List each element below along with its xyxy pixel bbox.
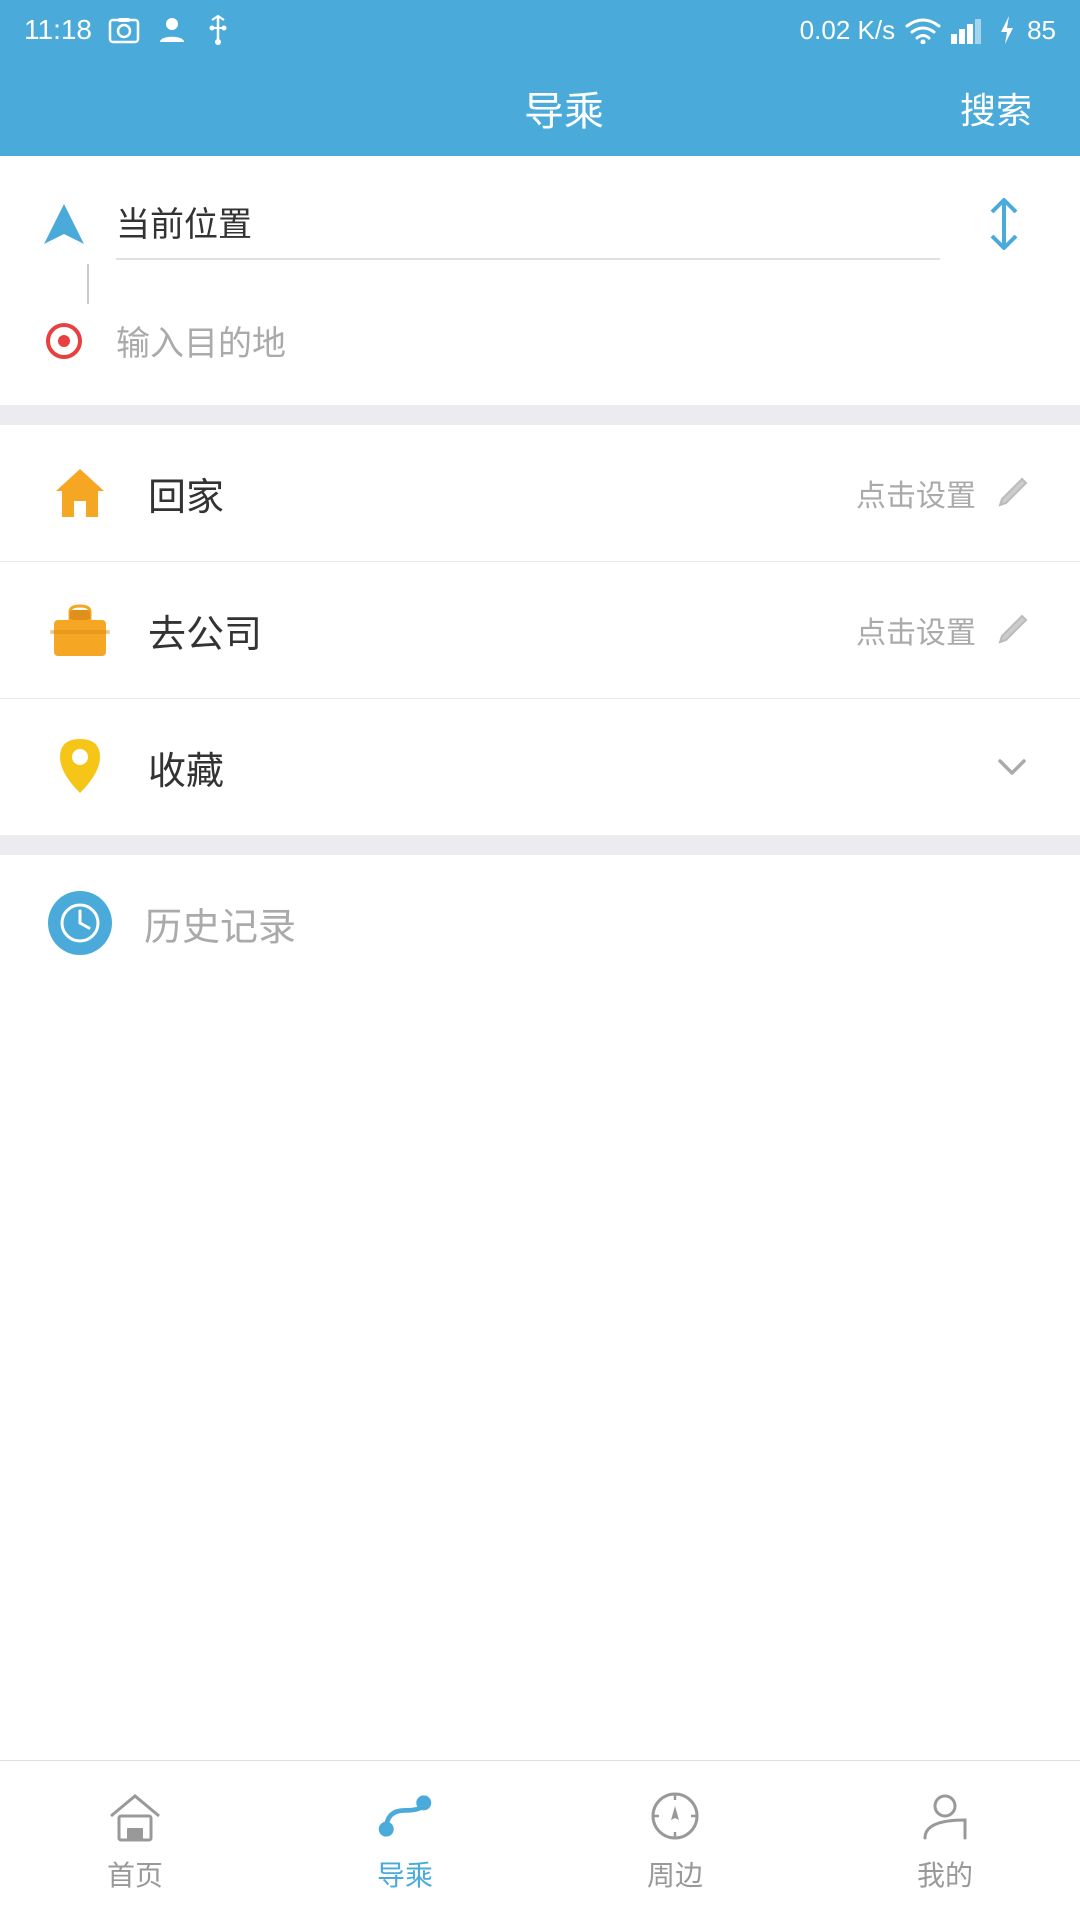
- photo-icon: [108, 14, 140, 46]
- pencil-icon-2: [994, 612, 1030, 648]
- house-icon: [50, 463, 110, 523]
- work-icon: [48, 598, 112, 662]
- search-button[interactable]: 搜索: [960, 82, 1032, 134]
- nav-nearby-icon: [645, 1788, 705, 1844]
- nav-home-icon: [105, 1788, 165, 1844]
- battery-level: 85: [1027, 15, 1056, 46]
- home-edit-icon[interactable]: [992, 473, 1032, 513]
- origin-icon: [40, 204, 88, 244]
- favorites-action[interactable]: [992, 747, 1032, 787]
- section-divider-2: [0, 835, 1080, 855]
- swap-icon: [980, 196, 1028, 252]
- list-item-work[interactable]: 去公司 点击设置: [0, 562, 1080, 699]
- charging-icon: [997, 14, 1017, 46]
- work-action[interactable]: 点击设置: [856, 608, 1032, 652]
- nav-mine-icon: [915, 1788, 975, 1844]
- home-icon: [48, 461, 112, 525]
- route-nav-icon: [375, 1790, 435, 1842]
- favorites-expand-icon[interactable]: [992, 747, 1032, 787]
- nav-item-nearby[interactable]: 周边: [540, 1761, 810, 1920]
- work-action-text: 点击设置: [856, 608, 976, 652]
- history-label: 历史记录: [144, 896, 296, 951]
- history-icon-circle: [48, 891, 112, 955]
- origin-text: 当前位置: [116, 189, 940, 254]
- pencil-icon: [994, 475, 1030, 511]
- location-arrow-icon: [44, 204, 84, 244]
- favorites-icon: [48, 735, 112, 799]
- origin-input[interactable]: 当前位置: [116, 189, 940, 260]
- nav-item-home[interactable]: 首页: [0, 1761, 270, 1920]
- header-title: 导乘: [168, 79, 960, 137]
- destination-icon: [40, 323, 88, 359]
- destination-dot-icon: [46, 323, 82, 359]
- app-header: 导乘 搜索: [0, 60, 1080, 156]
- wifi-icon: [905, 16, 941, 44]
- location-separator: [40, 260, 1040, 308]
- nav-item-mine[interactable]: 我的: [810, 1761, 1080, 1920]
- location-area: 当前位置 输入目的地: [0, 156, 1080, 405]
- usb-icon: [204, 14, 232, 46]
- pin-icon: [54, 735, 106, 799]
- swap-button[interactable]: [968, 188, 1040, 260]
- home-action-text: 点击设置: [856, 471, 976, 515]
- origin-divider: [116, 258, 940, 260]
- separator-line: [87, 264, 89, 304]
- history-section: 历史记录: [0, 855, 1080, 991]
- destination-placeholder: 输入目的地: [116, 308, 1040, 373]
- home-nav-icon: [107, 1790, 163, 1842]
- briefcase-icon: [50, 602, 110, 658]
- compass-nav-icon: [649, 1790, 701, 1842]
- clock-icon: [58, 901, 102, 945]
- status-right: 0.02 K/s 85: [800, 14, 1056, 46]
- person-nav-icon: [919, 1790, 971, 1842]
- nav-item-guide[interactable]: 导乘: [270, 1761, 540, 1920]
- destination-input[interactable]: 输入目的地: [116, 308, 1040, 373]
- work-label: 去公司: [148, 603, 820, 658]
- person-icon: [156, 14, 188, 46]
- status-left: 11:18: [24, 14, 232, 46]
- nav-nearby-label: 周边: [647, 1854, 703, 1894]
- list-item-favorites[interactable]: 收藏: [0, 699, 1080, 835]
- bottom-navigation: 首页 导乘 周边: [0, 1760, 1080, 1920]
- list-item-home[interactable]: 回家 点击设置: [0, 425, 1080, 562]
- work-edit-icon[interactable]: [992, 610, 1032, 650]
- favorites-label: 收藏: [148, 740, 956, 795]
- nav-guide-label: 导乘: [377, 1854, 433, 1894]
- network-speed: 0.02 K/s: [800, 15, 895, 46]
- signal-icon: [951, 16, 987, 44]
- quick-items-list: 回家 点击设置 去公司 点击设置: [0, 425, 1080, 835]
- status-bar: 11:18 0.02 K/s: [0, 0, 1080, 60]
- section-divider-1: [0, 405, 1080, 425]
- origin-row[interactable]: 当前位置: [40, 188, 1040, 260]
- nav-mine-label: 我的: [917, 1854, 973, 1894]
- home-label: 回家: [148, 466, 820, 521]
- chevron-down-icon: [992, 747, 1032, 787]
- nav-home-label: 首页: [107, 1854, 163, 1894]
- nav-guide-icon: [375, 1788, 435, 1844]
- destination-row[interactable]: 输入目的地: [40, 308, 1040, 373]
- status-time: 11:18: [24, 14, 92, 46]
- home-action[interactable]: 点击设置: [856, 471, 1032, 515]
